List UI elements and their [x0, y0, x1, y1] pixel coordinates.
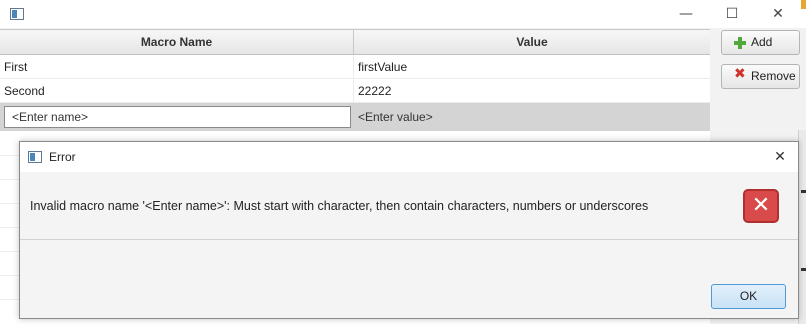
remove-x-icon: ✖	[734, 66, 746, 82]
table-row[interactable]: Second 22222	[0, 79, 710, 103]
column-header-value[interactable]: Value	[354, 30, 710, 54]
background-window-edge	[798, 130, 806, 324]
minimize-button[interactable]: —	[663, 0, 709, 28]
plus-icon	[734, 37, 746, 49]
close-button[interactable]: ✕	[755, 0, 801, 28]
macro-value-cell[interactable]: firstValue	[354, 55, 710, 79]
ok-button[interactable]: OK	[711, 284, 786, 309]
dialog-message-area: Invalid macro name '<Enter name>': Must …	[20, 172, 798, 240]
error-dialog: Error ✕ Invalid macro name '<Enter name>…	[19, 141, 799, 319]
add-button-label: Add	[751, 35, 773, 49]
table-row[interactable]: First firstValue	[0, 55, 710, 79]
error-x-icon: ✕	[743, 189, 779, 223]
dialog-titlebar: Error ✕	[20, 142, 798, 172]
macro-name-cell[interactable]: Second	[0, 79, 354, 103]
dialog-window-icon	[28, 151, 42, 163]
main-titlebar: — ☐ ✕	[0, 0, 806, 28]
app-window-icon	[10, 8, 24, 20]
macro-value-placeholder[interactable]: <Enter value>	[358, 103, 433, 131]
remove-button-label: Remove	[751, 69, 796, 83]
error-message: Invalid macro name '<Enter name>': Must …	[30, 199, 649, 213]
dialog-title: Error	[49, 150, 76, 164]
add-button[interactable]: Add	[721, 30, 800, 55]
macro-value-cell[interactable]: 22222	[354, 79, 710, 103]
column-header-macro-name[interactable]: Macro Name	[0, 30, 354, 54]
macro-name-input[interactable]: <Enter name>	[4, 106, 351, 128]
background-window-edge	[801, 190, 806, 193]
dialog-close-button[interactable]: ✕	[762, 142, 798, 172]
table-row-editing[interactable]: <Enter name> <Enter value>	[0, 103, 710, 131]
macro-name-cell[interactable]: First	[0, 55, 354, 79]
background-window-edge	[801, 0, 806, 9]
remove-button[interactable]: ✖ Remove	[721, 64, 800, 89]
background-window-edge	[801, 268, 806, 271]
maximize-button[interactable]: ☐	[709, 0, 755, 28]
table-header: Macro Name Value	[0, 30, 710, 55]
